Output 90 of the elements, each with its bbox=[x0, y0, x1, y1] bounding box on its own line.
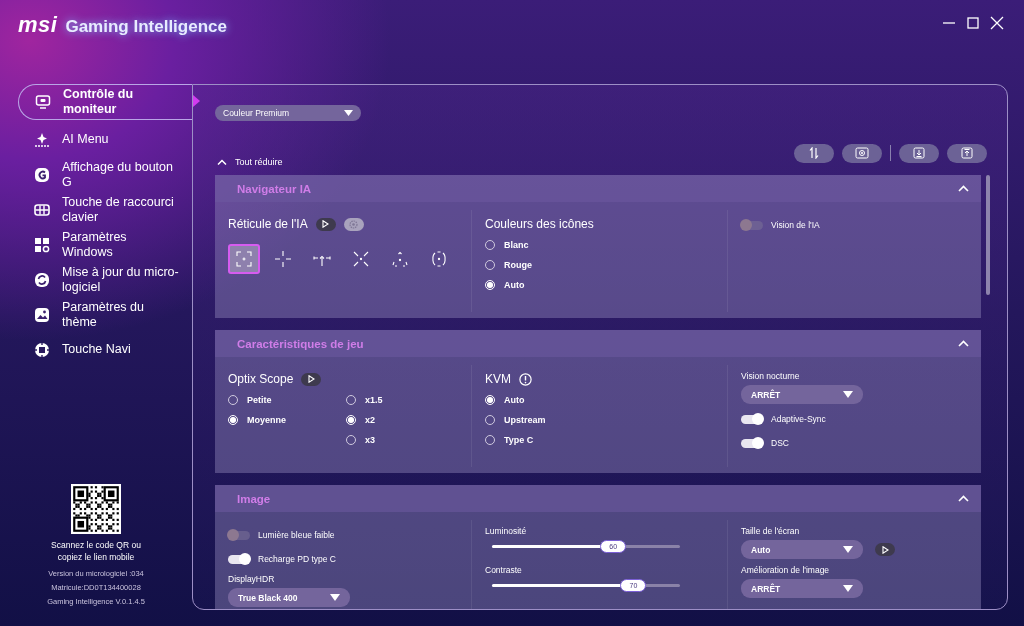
play-icon bbox=[881, 545, 889, 554]
setting-label: Amélioration de l'image bbox=[741, 565, 831, 575]
play-button[interactable] bbox=[875, 543, 895, 556]
setting-label: Contraste bbox=[485, 565, 523, 575]
upload-icon bbox=[961, 147, 973, 159]
caret-icon bbox=[344, 110, 353, 116]
setting-heading: Couleurs des icônes bbox=[485, 217, 594, 231]
sidebar-item[interactable]: Paramètres Windows bbox=[18, 227, 192, 262]
sidebar-item[interactable]: AI Menu bbox=[18, 122, 192, 157]
setting-label: Luminosité bbox=[485, 526, 528, 536]
target-frame-icon bbox=[855, 147, 869, 159]
image-icon bbox=[34, 306, 50, 323]
caret-icon bbox=[330, 594, 340, 601]
pointer-icon bbox=[193, 95, 200, 107]
toggle-label: DSC bbox=[771, 438, 789, 448]
setting-heading: Optix Scope bbox=[228, 372, 294, 386]
dropdown[interactable]: True Black 400 bbox=[228, 588, 350, 607]
play-button[interactable] bbox=[301, 372, 322, 386]
dropdown[interactable]: ARRÊT bbox=[741, 579, 863, 598]
crosshair-icon bbox=[274, 250, 292, 268]
setting-label: DisplayHDR bbox=[228, 574, 276, 584]
toggle-label: Adaptive-Sync bbox=[771, 414, 826, 424]
dropdown[interactable]: Auto bbox=[741, 540, 863, 559]
play-icon bbox=[322, 220, 330, 228]
settings-button[interactable] bbox=[343, 217, 364, 231]
info-icon[interactable] bbox=[519, 372, 532, 386]
screenshot-button[interactable] bbox=[842, 143, 882, 163]
monitor-icon bbox=[35, 94, 51, 110]
radio-option[interactable]: x1.5 bbox=[346, 393, 383, 407]
crosshair-icon bbox=[430, 250, 448, 268]
caret-icon bbox=[843, 391, 853, 398]
app-title: Gaming Intelligence bbox=[65, 17, 227, 37]
radio-option[interactable]: Rouge bbox=[485, 258, 532, 272]
close-icon[interactable] bbox=[990, 16, 1004, 30]
chevron-up-icon bbox=[217, 159, 227, 165]
radio-option[interactable]: Upstream bbox=[485, 413, 546, 427]
radio-option[interactable]: Moyenne bbox=[228, 413, 286, 427]
setting-label: Taille de l'écran bbox=[741, 526, 801, 536]
brand-logo: msi bbox=[18, 12, 58, 38]
sidebar-item[interactable]: Mise à jour du micro-logiciel bbox=[18, 262, 192, 297]
refresh-icon bbox=[34, 271, 50, 288]
radio-option[interactable]: Petite bbox=[228, 393, 272, 407]
toggle-label: Recharge PD type C bbox=[258, 554, 336, 564]
radio-option[interactable]: Blanc bbox=[485, 238, 529, 252]
toggle-label: Vision de l'IA bbox=[771, 220, 820, 230]
qr-caption: Scannez le code QR ou copiez le lien mobile bbox=[51, 539, 141, 563]
toggle-switch[interactable] bbox=[228, 530, 250, 540]
keyboard-icon bbox=[34, 201, 50, 218]
radio-option[interactable]: x2 bbox=[346, 413, 376, 427]
sort-button[interactable] bbox=[794, 143, 834, 163]
sidebar-item[interactable]: Affichage du bouton G bbox=[18, 157, 192, 192]
chevron-up-icon bbox=[958, 340, 969, 347]
qr-code bbox=[71, 484, 121, 534]
grid-gear-icon bbox=[34, 236, 50, 253]
collapse-all-button[interactable]: Tout réduire bbox=[215, 157, 283, 167]
toggle-switch[interactable] bbox=[741, 414, 763, 424]
radio-option[interactable]: Auto bbox=[485, 393, 525, 407]
toggle-switch[interactable] bbox=[228, 554, 250, 564]
chevron-up-icon bbox=[958, 185, 969, 192]
radio-option[interactable]: Auto bbox=[485, 278, 525, 292]
dropdown[interactable]: ARRÊT bbox=[741, 385, 863, 404]
sidebar-item[interactable]: Touche de raccourci clavier bbox=[18, 192, 192, 227]
setting-label: Vision nocturne bbox=[741, 371, 801, 381]
setting-heading: KVM bbox=[485, 372, 511, 386]
import-button[interactable] bbox=[899, 143, 939, 163]
toggle-switch[interactable] bbox=[741, 220, 763, 230]
radio-option[interactable]: x3 bbox=[346, 433, 376, 447]
crosshair-icon bbox=[352, 250, 370, 268]
crosshair-icon bbox=[235, 250, 253, 268]
navigation-button-icon bbox=[34, 341, 50, 358]
settings-icon bbox=[349, 219, 359, 229]
play-button[interactable] bbox=[315, 217, 336, 231]
sparkle-icon bbox=[34, 131, 50, 148]
sidebar-item[interactable]: Touche Navi bbox=[18, 332, 192, 367]
sort-icon bbox=[808, 147, 820, 159]
play-icon bbox=[307, 375, 315, 383]
export-button[interactable] bbox=[947, 143, 987, 163]
crosshair-icon bbox=[391, 250, 409, 268]
download-icon bbox=[913, 147, 925, 159]
radio-option[interactable]: Type C bbox=[485, 433, 534, 447]
circle-button-icon bbox=[34, 166, 50, 183]
chevron-up-icon bbox=[958, 495, 969, 502]
maximize-icon[interactable] bbox=[966, 16, 980, 30]
setting-heading: Réticule de l'IA bbox=[228, 217, 308, 231]
caret-icon bbox=[843, 546, 853, 553]
preset-dropdown[interactable]: Couleur Premium bbox=[215, 105, 361, 121]
sidebar-item[interactable]: Paramètres du thème bbox=[18, 297, 192, 332]
toggle-label: Lumière bleue faible bbox=[258, 530, 335, 540]
toggle-switch[interactable] bbox=[741, 438, 763, 448]
caret-icon bbox=[843, 585, 853, 592]
